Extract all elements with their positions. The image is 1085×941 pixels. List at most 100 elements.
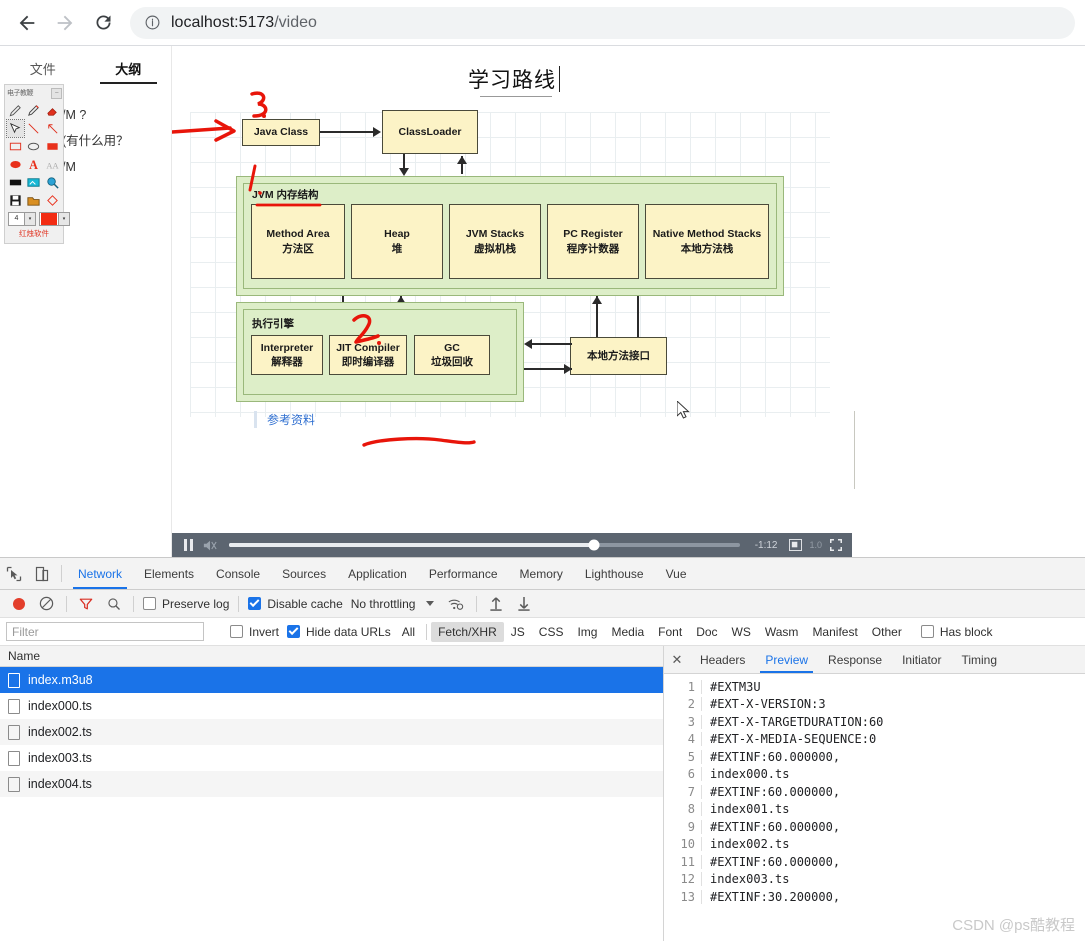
throttling-select[interactable]: No throttling (347, 597, 420, 611)
chevron-down-icon[interactable] (426, 601, 435, 606)
checkbox-box[interactable] (920, 625, 934, 638)
device-toolbar-button[interactable] (28, 558, 56, 589)
filter-type-media[interactable]: Media (604, 622, 651, 642)
screen-icon[interactable] (25, 174, 42, 191)
filter-type-all[interactable]: All (395, 622, 422, 642)
chevron-down-icon[interactable]: ▾ (58, 213, 69, 225)
filter-type-doc[interactable]: Doc (689, 622, 724, 642)
filter-type-js[interactable]: JS (504, 622, 532, 642)
devtools-tab-network[interactable]: Network (67, 558, 133, 589)
outline-item[interactable]: (有什么用？ (62, 128, 171, 154)
clear-network-button[interactable] (32, 596, 61, 611)
detail-tab-timing[interactable]: Timing (951, 646, 1007, 673)
rectangle-icon[interactable] (7, 138, 24, 155)
outline-item[interactable]: /M (62, 154, 171, 180)
double-text-icon[interactable]: AA (44, 156, 61, 173)
filter-type-img[interactable]: Img (570, 622, 604, 642)
playback-speed-label[interactable]: 1.0 (806, 540, 825, 550)
filter-type-fetch-xhr[interactable]: Fetch/XHR (431, 621, 504, 642)
table-row[interactable]: index002.ts (0, 719, 663, 745)
highlighter-icon[interactable] (25, 102, 42, 119)
checkbox-box[interactable] (248, 597, 262, 610)
checkbox-box[interactable] (230, 625, 243, 638)
save-icon[interactable] (7, 192, 24, 209)
blackboard-icon[interactable] (7, 174, 24, 191)
devtools-tab-sources[interactable]: Sources (271, 558, 337, 589)
open-icon[interactable] (25, 192, 42, 209)
checkbox-box[interactable] (143, 597, 156, 610)
devtools-tab-application[interactable]: Application (337, 558, 418, 589)
has-blocked-cookies-checkbox[interactable]: Has block (917, 625, 997, 639)
stroke-color-select[interactable]: ▾ (39, 212, 70, 226)
filter-input[interactable]: Filter (6, 622, 204, 641)
magnifier-icon[interactable] (44, 174, 61, 191)
table-row[interactable]: index000.ts (0, 693, 663, 719)
devtools-tab-memory[interactable]: Memory (509, 558, 574, 589)
close-icon[interactable]: ✕ (664, 646, 690, 673)
filter-type-ws[interactable]: WS (725, 622, 758, 642)
filter-type-other[interactable]: Other (865, 622, 909, 642)
forward-button[interactable] (48, 6, 82, 40)
pencil-icon[interactable] (7, 102, 24, 119)
address-bar[interactable]: localhost:5173/video (130, 6, 1075, 39)
checkbox-box[interactable] (287, 625, 301, 638)
pointer-pen-icon[interactable] (5, 119, 26, 138)
invert-checkbox[interactable]: Invert (226, 625, 283, 639)
table-row[interactable]: index.m3u8 (0, 667, 663, 693)
devtools-tab-elements[interactable]: Elements (133, 558, 205, 589)
stroke-size-select[interactable]: 4 ▾ (8, 212, 36, 226)
preview-code-viewer[interactable]: 1 #EXTM3U 2 #EXT-X-VERSION:3 3 #EXT-X-TARGE… (664, 674, 1085, 941)
line-icon[interactable] (25, 120, 42, 137)
export-har-button[interactable] (510, 596, 538, 611)
filled-rect-icon[interactable] (44, 138, 61, 155)
filter-type-css[interactable]: CSS (532, 622, 571, 642)
ellipse-icon[interactable] (25, 138, 42, 155)
search-button[interactable] (100, 597, 128, 611)
picture-in-picture-button[interactable] (784, 534, 806, 556)
mute-button[interactable] (199, 534, 221, 556)
progress-thumb[interactable] (588, 539, 600, 551)
sidebar-tab-outline[interactable]: 大纲 (86, 46, 172, 90)
annotation-toolbar-minimize-button[interactable]: – (51, 87, 62, 99)
devtools-tab-vue[interactable]: Vue (655, 558, 698, 589)
fullscreen-button[interactable] (825, 534, 847, 556)
detail-tab-headers[interactable]: Headers (690, 646, 755, 673)
eraser-icon[interactable] (44, 102, 61, 119)
devtools-tab-lighthouse[interactable]: Lighthouse (574, 558, 655, 589)
back-button[interactable] (10, 6, 44, 40)
video-control-bar[interactable]: -1:12 1.0 (172, 533, 852, 557)
annotation-toolbar-titlebar[interactable]: 电子教鞭 – (5, 85, 63, 101)
info-circle-icon[interactable] (144, 14, 161, 31)
text-icon[interactable]: A (25, 156, 42, 173)
filled-ellipse-icon[interactable] (7, 156, 24, 173)
preserve-log-checkbox[interactable]: Preserve log (139, 597, 233, 611)
filter-type-font[interactable]: Font (651, 622, 689, 642)
diamond-icon[interactable] (44, 192, 61, 209)
arrow-icon[interactable] (44, 120, 61, 137)
annotation-toolbar[interactable]: 电子教鞭 – A AA 4 ▾ ▾ 红烛软件 (4, 84, 70, 244)
reload-button[interactable] (86, 6, 120, 40)
filter-type-wasm[interactable]: Wasm (758, 622, 806, 642)
detail-tab-response[interactable]: Response (818, 646, 892, 673)
reference-link[interactable]: 参考资料 (254, 411, 315, 428)
devtools-tab-performance[interactable]: Performance (418, 558, 509, 589)
filter-type-manifest[interactable]: Manifest (805, 622, 864, 642)
table-row[interactable]: index003.ts (0, 745, 663, 771)
network-conditions-button[interactable] (441, 597, 471, 611)
hide-data-urls-checkbox[interactable]: Hide data URLs (283, 625, 395, 639)
detail-tab-preview[interactable]: Preview (755, 646, 818, 673)
devtools-tab-console[interactable]: Console (205, 558, 271, 589)
detail-tab-initiator[interactable]: Initiator (892, 646, 951, 673)
record-button[interactable] (6, 597, 32, 610)
play-pause-button[interactable] (177, 534, 199, 556)
filter-toggle-button[interactable] (72, 597, 100, 611)
import-har-button[interactable] (482, 596, 510, 611)
progress-slider[interactable] (229, 539, 740, 551)
table-row[interactable]: index004.ts (0, 771, 663, 797)
inspect-element-button[interactable] (0, 558, 28, 589)
column-header-name[interactable]: Name (0, 649, 40, 663)
outline-item[interactable]: /M ? (62, 102, 171, 128)
disable-cache-checkbox[interactable]: Disable cache (244, 597, 346, 611)
chevron-down-icon[interactable]: ▾ (24, 213, 35, 225)
video-stage[interactable]: 学习路线 Java Class ClassLoader JVM 内存结构 Met… (172, 46, 1085, 557)
